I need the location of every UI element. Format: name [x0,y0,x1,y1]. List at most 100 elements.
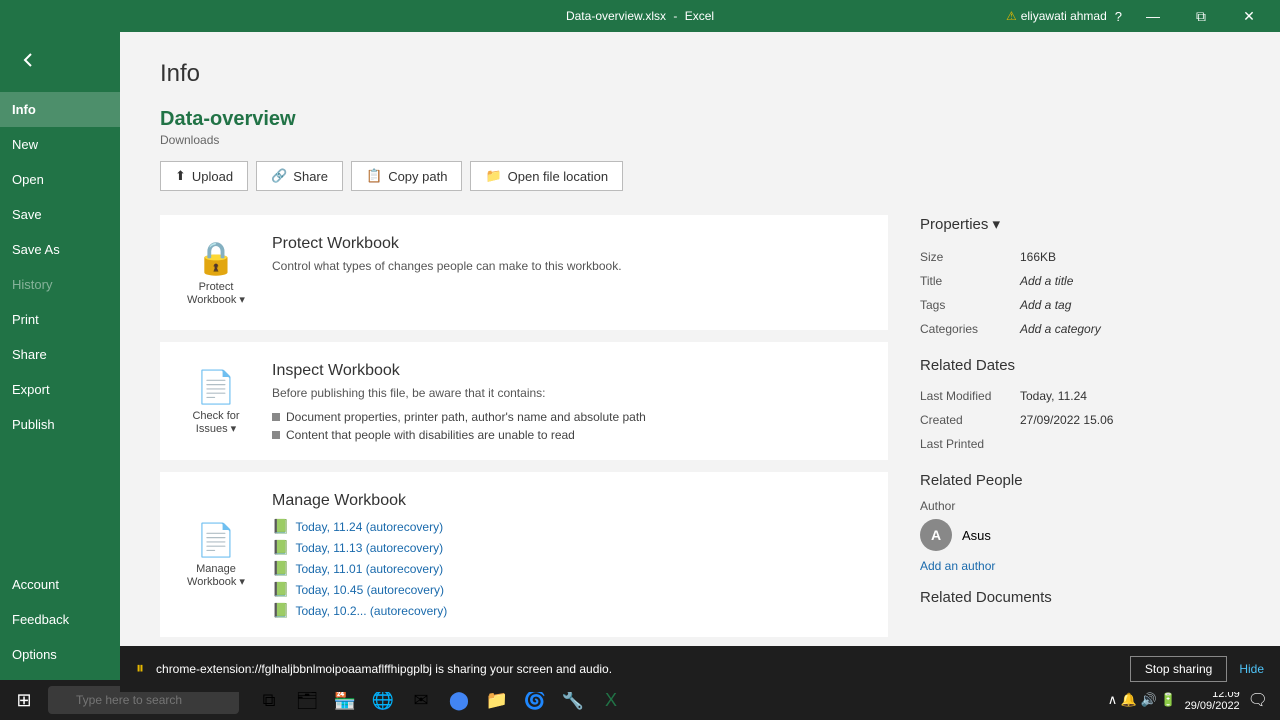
prop-value-tags[interactable]: Add a tag [1020,293,1240,317]
user-info: ⚠ eliyawati ahmad [1006,9,1107,23]
sidebar-nav: Info New Open Save Save As History Print… [0,88,120,680]
sidebar-item-feedback[interactable]: Feedback [0,602,120,637]
related-dates-table: Last Modified Today, 11.24 Created 27/09… [920,384,1240,456]
copy-path-button[interactable]: 📋 Copy path [351,161,462,191]
recovery-file-4[interactable]: 📗Today, 10.45 (autorecovery) [272,579,872,600]
content-area: Info Data-overview Downloads ⬆ Upload 🔗 … [120,32,1280,680]
close-button[interactable]: ✕ [1226,0,1272,32]
notification-center-icon[interactable]: 🗨 [1248,690,1268,710]
sidebar-bottom: Account Feedback Options [0,567,120,680]
minimize-button[interactable]: — [1130,0,1176,32]
sidebar-item-print[interactable]: Print [0,302,120,337]
inspect-workbook-content: Inspect Workbook Before publishing this … [272,358,872,444]
title-bar: Data-overview.xlsx - Excel ⚠ eliyawati a… [0,0,1280,32]
share-button[interactable]: 🔗 Share [256,161,343,191]
bullet-icon [272,413,280,421]
help-icon[interactable]: ? [1115,9,1122,24]
date-label-created: Created [920,408,1020,432]
prop-row-tags: Tags Add a tag [920,293,1240,317]
list-item: Content that people with disabilities ar… [272,426,872,444]
manage-workbook-content: Manage Workbook 📗Today, 11.24 (autorecov… [272,488,872,621]
open-file-location-button[interactable]: 📁 Open file location [470,161,623,191]
sidebar-item-open[interactable]: Open [0,162,120,197]
protect-workbook-section: 🔒 ProtectWorkbook ▾ Protect Workbook Con… [160,215,888,330]
properties-table: Size 166KB Title Add a title Tags Add a … [920,245,1240,341]
sidebar-item-options[interactable]: Options [0,637,120,672]
inspect-desc: Before publishing this file, be aware th… [272,386,872,400]
sidebar-item-save-as[interactable]: Save As [0,232,120,267]
properties-title: Properties ▾ [920,215,1240,233]
prop-value-categories[interactable]: Add a category [1020,317,1240,341]
recovery-file-2[interactable]: 📗Today, 11.13 (autorecovery) [272,537,872,558]
date-label-modified: Last Modified [920,384,1020,408]
filename-label: Data-overview.xlsx [566,9,666,23]
sidebar-item-share[interactable]: Share [0,337,120,372]
author-label: Author [920,499,1240,513]
date-label-printed: Last Printed [920,432,1020,456]
add-author-link[interactable]: Add an author [920,559,1240,573]
sections-properties: 🔒 ProtectWorkbook ▾ Protect Workbook Con… [160,215,1240,680]
sidebar-item-save[interactable]: Save [0,197,120,232]
sidebar-item-export[interactable]: Export [0,372,120,407]
restore-button[interactable]: ⧉ [1178,0,1224,32]
author-name: Asus [962,528,991,543]
notification-icon: ⏸ [136,660,144,678]
sidebar: Info New Open Save Save As History Print… [0,32,120,680]
protect-heading: Protect Workbook [272,235,872,253]
manage-workbook-button[interactable]: 📄 ManageWorkbook ▾ [176,488,256,621]
recovery-file-5[interactable]: 📗Today, 10.2... (autorecovery) [272,600,872,621]
check-issues-button[interactable]: 📄 Check forIssues ▾ [176,358,256,444]
date-value-printed [1020,432,1240,456]
sidebar-item-new[interactable]: New [0,127,120,162]
file-title: Data-overview [160,108,1240,131]
related-dates-title: Related Dates [920,357,1240,374]
prop-value-size: 166KB [1020,245,1240,269]
date-row-modified: Last Modified Today, 11.24 [920,384,1240,408]
properties-panel: Properties ▾ Size 166KB Title Add a titl… [920,215,1240,680]
recovery-list: 📗Today, 11.24 (autorecovery) 📗Today, 11.… [272,516,872,621]
title-bar-filename: Data-overview.xlsx - Excel [566,9,714,23]
recovery-file-3[interactable]: 📗Today, 11.01 (autorecovery) [272,558,872,579]
avatar: A [920,519,952,551]
sidebar-item-info[interactable]: Info [0,92,120,127]
xlsx-icon: 📗 [272,581,289,598]
bullet-icon [272,431,280,439]
xlsx-icon: 📗 [272,539,289,556]
sidebar-item-account[interactable]: Account [0,567,120,602]
hide-notification-button[interactable]: Hide [1239,662,1264,676]
main-area: Info New Open Save Save As History Print… [0,32,1280,680]
author-row: A Asus [920,519,1240,551]
prop-row-categories: Categories Add a category [920,317,1240,341]
xlsx-icon: 📗 [272,602,289,619]
notification-bar: ⏸ chrome-extension://fglhaljbbnlmoipoaam… [120,646,1280,692]
sidebar-item-publish[interactable]: Publish [0,407,120,442]
upload-button[interactable]: ⬆ Upload [160,161,248,191]
protect-desc: Control what types of changes people can… [272,259,872,273]
window-controls: — ⧉ ✕ [1130,0,1272,32]
related-people-title: Related People [920,472,1240,489]
start-button[interactable]: ⊞ [4,680,44,720]
back-button[interactable] [4,36,52,84]
protect-workbook-content: Protect Workbook Control what types of c… [272,231,872,314]
open-location-icon: 📁 [485,168,501,184]
date-value-created: 27/09/2022 15.06 [1020,408,1240,432]
date-row-created: Created 27/09/2022 15.06 [920,408,1240,432]
manage-workbook-icon: 📄 [196,521,236,559]
prop-label-size: Size [920,245,1020,269]
warning-icon: ⚠ [1006,9,1017,23]
protect-workbook-button[interactable]: 🔒 ProtectWorkbook ▾ [176,231,256,314]
manage-workbook-section: 📄 ManageWorkbook ▾ Manage Workbook 📗Toda… [160,472,888,637]
recovery-file-1[interactable]: 📗Today, 11.24 (autorecovery) [272,516,872,537]
taskbar-icons: ∧ 🔔 🔊 🔋 [1108,692,1177,708]
copy-path-icon: 📋 [366,168,382,184]
upload-icon: ⬆ [175,168,186,184]
prop-value-title[interactable]: Add a title [1020,269,1240,293]
file-path: Downloads [160,133,1240,147]
page-title: Info [160,60,1240,88]
stop-sharing-button[interactable]: Stop sharing [1130,656,1227,682]
sidebar-item-history: History [0,267,120,302]
list-item: Document properties, printer path, autho… [272,408,872,426]
notification-text: chrome-extension://fglhaljbbnlmoipoaamaf… [156,662,1118,676]
app-label: Excel [685,9,714,23]
prop-row-title: Title Add a title [920,269,1240,293]
